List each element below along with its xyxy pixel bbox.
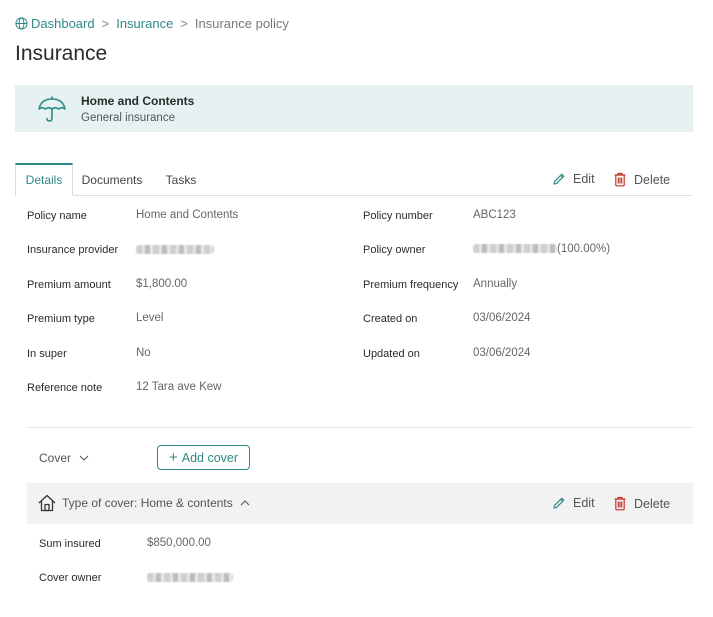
sum-insured-value: $850,000.00 — [147, 537, 211, 549]
cover-owner-label: Cover owner — [39, 572, 102, 584]
trash-icon — [614, 172, 626, 187]
breadcrumb-insurance-link[interactable]: Insurance — [116, 16, 173, 31]
policy-name-label: Policy name — [27, 210, 87, 222]
premium-frequency-label: Premium frequency — [363, 279, 459, 291]
premium-amount-value: $1,800.00 — [136, 278, 188, 290]
policy-owner-label: Policy owner — [363, 244, 426, 256]
cover-dropdown[interactable]: Cover — [39, 451, 89, 465]
redacted-text — [136, 245, 214, 255]
premium-amount-label: Premium amount — [27, 279, 111, 291]
updated-on-value: 03/06/2024 — [473, 347, 531, 359]
in-super-value: No — [136, 347, 151, 359]
edit-label: Edit — [573, 172, 595, 186]
edit-cover-button[interactable]: Edit — [552, 496, 595, 510]
redacted-text — [473, 244, 557, 254]
sum-insured-label: Sum insured — [39, 538, 101, 550]
policy-banner: Home and Contents General insurance — [15, 85, 693, 132]
policy-banner-name: Home and Contents — [81, 94, 195, 108]
reference-note-label: Reference note — [27, 382, 103, 394]
breadcrumb-separator: > — [101, 16, 110, 31]
breadcrumb-dashboard-link[interactable]: Dashboard — [31, 16, 95, 31]
updated-on-label: Updated on — [363, 348, 420, 360]
chevron-down-icon — [79, 455, 89, 461]
in-super-label: In super — [27, 348, 67, 360]
policy-name-value: Home and Contents — [136, 209, 239, 221]
page-title: Insurance — [15, 42, 108, 65]
policy-banner-type: General insurance — [81, 112, 175, 124]
add-cover-button[interactable]: + Add cover — [157, 445, 250, 470]
policy-owner-share: (100.00%) — [557, 243, 611, 255]
premium-frequency-value: Annually — [473, 278, 518, 290]
breadcrumb: Dashboard > Insurance > Insurance policy — [15, 16, 289, 31]
plus-icon: + — [168, 449, 178, 466]
created-on-label: Created on — [363, 313, 418, 325]
insurance-provider-value — [136, 244, 214, 256]
add-cover-label: Add cover — [181, 450, 239, 465]
edit-policy-button[interactable]: Edit — [552, 172, 595, 186]
created-on-value: 03/06/2024 — [473, 312, 531, 324]
pencil-icon — [553, 173, 565, 185]
cover-type-label: Type of cover: Home & contents — [62, 496, 233, 510]
trash-icon — [614, 496, 626, 511]
delete-label: Delete — [634, 496, 671, 511]
edit-label: Edit — [573, 496, 595, 510]
delete-policy-button[interactable]: Delete — [613, 172, 670, 187]
tab-tasks[interactable]: Tasks — [155, 163, 207, 196]
globe-icon — [15, 17, 28, 30]
chevron-up-icon — [240, 500, 250, 506]
pencil-icon — [553, 497, 565, 509]
delete-label: Delete — [634, 172, 671, 187]
reference-note-value: 12 Tara ave Kew — [136, 381, 222, 393]
tab-details[interactable]: Details — [15, 163, 73, 196]
breadcrumb-current: Insurance policy — [194, 16, 289, 31]
insurance-provider-label: Insurance provider — [27, 244, 119, 256]
cover-owner-value — [147, 572, 233, 584]
umbrella-icon — [37, 95, 67, 123]
cover-label: Cover — [39, 451, 72, 465]
house-icon — [38, 494, 56, 512]
cover-type-toggle[interactable]: Type of cover: Home & contents — [62, 496, 250, 510]
policy-number-label: Policy number — [363, 210, 433, 222]
premium-type-value: Level — [136, 312, 164, 324]
redacted-text — [147, 573, 233, 583]
premium-type-label: Premium type — [27, 313, 95, 325]
policy-number-value: ABC123 — [473, 209, 516, 221]
policy-owner-value: (100.00%) — [473, 243, 610, 255]
tab-documents[interactable]: Documents — [77, 163, 147, 196]
breadcrumb-separator: > — [180, 16, 188, 31]
delete-cover-button[interactable]: Delete — [613, 496, 670, 511]
section-divider — [27, 427, 693, 428]
